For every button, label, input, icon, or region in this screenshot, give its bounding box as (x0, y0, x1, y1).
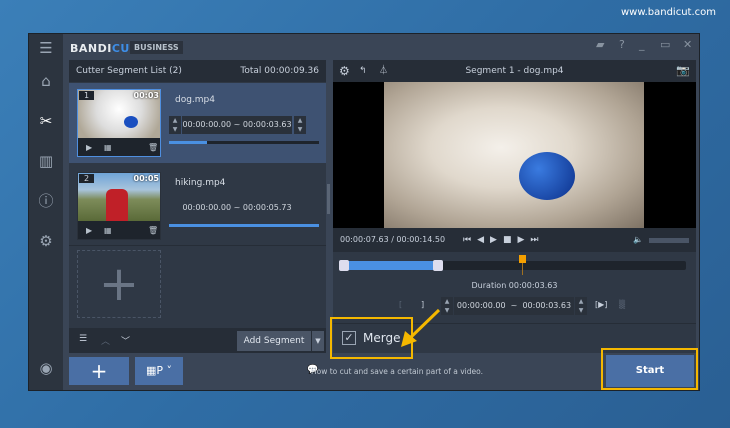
segment-progress (169, 141, 319, 144)
logo-text-a: BANDI (70, 42, 112, 55)
segment-duration-label: Duration 00:00:03.63 (471, 281, 558, 290)
minimize-icon[interactable]: _ (639, 38, 645, 51)
range-tilde: ~ (510, 301, 518, 310)
grid-icon[interactable]: ▦ (104, 143, 112, 152)
range-editor[interactable]: ▲ ▼ 00:00:00.00 ~ 00:00:03.63 ▲ ▼ (441, 297, 587, 315)
timeline-slider[interactable] (339, 255, 686, 275)
segment-thumbnail: 1 00:03 ▶ ▦ 🗑 (77, 89, 161, 157)
playback-buttons[interactable]: ⏮◀▶■▶⏭ (463, 228, 544, 252)
timeline-selection (341, 261, 437, 270)
maximize-icon[interactable]: ▭ (660, 38, 670, 51)
flip-icon[interactable]: ⏃ (379, 60, 388, 82)
segment-thumbnail: 2 00:05 ▶ ▦ 🗑 (77, 172, 161, 240)
preview-header: ⚙ ↰ ⏃ Segment 1 - dog.mp4 📷 (333, 60, 696, 82)
segment-number: 1 (79, 91, 95, 100)
grid-icon[interactable]: ▦ (104, 226, 112, 235)
playback-time: 00:00:07.63 / 00:00:14.50 (340, 235, 446, 244)
start-highlight (601, 348, 698, 390)
play-icon[interactable]: ▶ (86, 143, 92, 152)
segment-list-panel: Cutter Segment List (2) Total 00:00:09.36… (69, 60, 326, 353)
segment-list-header: Cutter Segment List (2) Total 00:00:09.36 (69, 60, 326, 82)
film-icon[interactable]: ▥ (37, 152, 55, 170)
trash-icon[interactable]: 🗑 (148, 143, 158, 152)
segment-item[interactable]: 1 00:03 ▶ ▦ 🗑 dog.mp4 ▲ ▼ 00:00:00.00 ~ 00:… (69, 83, 326, 163)
menu-icon[interactable]: ☰ (37, 39, 55, 57)
range-end[interactable]: 00:00:03.63 (522, 301, 571, 310)
close-icon[interactable]: ✕ (683, 38, 692, 51)
settings-icon[interactable]: ⚙ (37, 232, 55, 250)
segment-item[interactable]: 2 00:05 ▶ ▦ 🗑 hiking.mp4 00:00:00.00 ~ 00:… (69, 166, 326, 246)
segment-progress (169, 224, 319, 227)
segment-number: 2 (79, 174, 95, 183)
output-format-button[interactable]: ▦P ˅ (135, 357, 183, 385)
add-file-button[interactable]: + (69, 357, 129, 385)
trash-icon[interactable]: 🗑 (148, 226, 158, 235)
camera-icon[interactable]: 📷 (676, 60, 690, 82)
record-icon[interactable]: ◉ (37, 359, 55, 377)
segment-range: 00:00:00.00 ~ 00:00:05.73 (169, 199, 306, 217)
add-segment-dropdown[interactable]: ▼ (312, 331, 324, 351)
edition-badge: BUSINESS (130, 41, 183, 54)
preview-panel: ⚙ ↰ ⏃ Segment 1 - dog.mp4 📷 00:00:07.63 … (333, 60, 696, 353)
folder-icon[interactable]: ▰ (596, 38, 604, 51)
cut-icon[interactable]: ✂ (37, 112, 55, 130)
play-icon[interactable]: ▶ (86, 226, 92, 235)
add-slot[interactable]: + (77, 250, 161, 318)
list-toolbar: ☰ ︿ ﹀ Add Segment ▼ (69, 328, 326, 353)
video-preview[interactable] (333, 82, 696, 228)
volume-slider[interactable] (649, 238, 689, 243)
film-format-icon: ▦P ˅ (145, 364, 173, 377)
segment-duration: 00:03 (133, 91, 159, 100)
volume-icon[interactable]: 🔈 (633, 228, 643, 252)
help-link[interactable]: How to cut and save a certain part of a … (311, 367, 483, 376)
segment-range[interactable]: ▲ ▼ 00:00:00.00 ~ 00:00:03.63 ▲ ▼ (169, 116, 306, 134)
segment-list-title: Cutter Segment List (2) (76, 66, 182, 76)
preview-icon[interactable]: ▒ (619, 300, 625, 309)
start-handle[interactable] (339, 260, 349, 271)
rotate-icon[interactable]: ↰ (359, 60, 367, 82)
website-label: www.bandicut.com (620, 7, 716, 18)
settings-icon[interactable]: ⚙ (339, 60, 350, 82)
playhead[interactable] (519, 255, 526, 263)
clear-list-icon[interactable]: ☰ (79, 334, 87, 344)
preview-title: Segment 1 - dog.mp4 (465, 66, 564, 76)
move-up-icon[interactable]: ︿ (101, 334, 110, 347)
help-icon[interactable]: ? (619, 38, 625, 51)
video-frame (384, 82, 644, 228)
play-selection-icon[interactable]: [▶] (595, 300, 607, 309)
segment-filename: dog.mp4 (175, 95, 215, 105)
logo: BANDICUT (70, 42, 138, 55)
total-duration: Total 00:00:09.36 (240, 66, 319, 76)
start-spinner[interactable]: ▲ ▼ (169, 116, 181, 134)
scrollbar[interactable] (327, 184, 330, 214)
home-icon[interactable]: ⌂ (37, 72, 55, 90)
add-segment-button[interactable]: Add Segment (237, 331, 311, 351)
segment-filename: hiking.mp4 (175, 178, 226, 188)
move-down-icon[interactable]: ﹀ (121, 334, 130, 347)
arrow-annotation (401, 308, 441, 347)
end-handle[interactable] (433, 260, 443, 271)
info-icon[interactable]: ⓘ (37, 192, 55, 210)
playback-controls: 00:00:07.63 / 00:00:14.50 ⏮◀▶■▶⏭ 🔈 (333, 228, 696, 252)
end-spinner[interactable]: ▲ ▼ (294, 116, 306, 134)
end-spinner[interactable]: ▲ ▼ (575, 297, 587, 315)
range-text[interactable]: 00:00:00.00 ~ 00:00:03.63 (182, 116, 292, 134)
segment-duration: 00:05 (133, 174, 159, 183)
range-start[interactable]: 00:00:00.00 (457, 301, 506, 310)
sidebar: ☰ ⌂ ✂ ▥ ⓘ ⚙ ◉ (29, 34, 63, 390)
range-text: 00:00:00.00 ~ 00:00:05.73 (182, 203, 292, 212)
